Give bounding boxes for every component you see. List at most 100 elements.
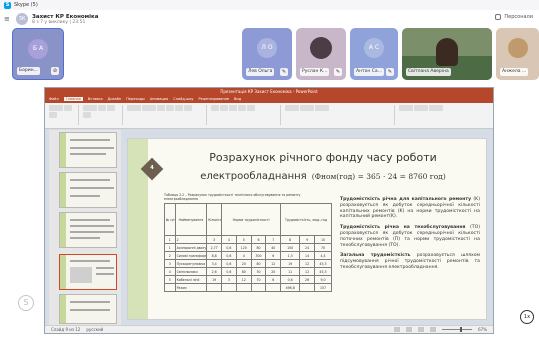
font-color-icon[interactable] — [184, 105, 192, 111]
table-cell: 9,0 — [313, 275, 333, 284]
arrange-icon[interactable] — [300, 105, 314, 111]
slide-title-line2-row: електрообладнання (Фном(год) = 365 · 24 … — [168, 164, 478, 183]
participant-tile[interactable]: Л О Лев Ольга ✎ — [242, 28, 292, 80]
mic-muted-icon: ✎ — [334, 68, 342, 76]
status-zoom: 67% — [478, 327, 487, 332]
slide-thumbnail[interactable] — [59, 172, 117, 208]
table-header-cell: № п/п — [164, 203, 176, 236]
table-cell: 8 — [280, 235, 301, 244]
participant-name: Руслан К... — [300, 68, 330, 76]
fit-to-window-button[interactable]: 1x — [520, 310, 534, 324]
skype-logo-icon: S — [4, 1, 11, 9]
slide-thumbnail-selected[interactable] — [59, 254, 117, 290]
ppt-tab[interactable]: Анимация — [150, 97, 169, 101]
ppt-tab[interactable]: Вид — [234, 97, 241, 101]
align-left-icon[interactable] — [229, 105, 237, 111]
conversation-avatar[interactable]: ЗК — [16, 13, 28, 25]
zoom-slider-knob[interactable] — [460, 327, 463, 332]
thumb-table — [70, 267, 92, 283]
status-language: русский — [86, 327, 104, 332]
table-cell: 496,8 — [280, 283, 301, 292]
bullets-icon[interactable] — [211, 105, 219, 111]
table-cell: 6 — [265, 275, 282, 284]
find-icon[interactable] — [399, 105, 413, 111]
shapes-icon[interactable] — [285, 105, 299, 111]
table-cell — [221, 283, 237, 292]
table-cell: 1,3 — [280, 251, 301, 260]
quick-styles-icon[interactable] — [315, 105, 329, 111]
mic-icon: ⊘ — [51, 67, 59, 75]
thumb-text-line — [70, 147, 114, 149]
table-cell: 8,8 — [206, 251, 223, 260]
slide-thumbnail[interactable] — [59, 294, 117, 324]
table-cell: 40 — [265, 243, 282, 252]
table-cell: 10 — [313, 235, 333, 244]
ppt-tab[interactable]: Дизайн — [108, 97, 122, 101]
conversation-header: ≡ ЗК Захист КР Економіка 8 з 7 у виклику… — [0, 10, 539, 28]
slide-thumbnail[interactable] — [59, 212, 117, 248]
slide-thumbnail[interactable] — [59, 132, 117, 168]
ppt-tab[interactable]: Слайд-шоу — [173, 97, 193, 101]
align-center-icon[interactable] — [238, 105, 246, 111]
ppt-tab[interactable]: Файл — [49, 97, 59, 101]
ppt-tab-active[interactable]: Главная — [63, 97, 83, 101]
participant-initials: А С — [364, 38, 384, 58]
reading-view-icon[interactable] — [418, 327, 425, 332]
replace-icon[interactable] — [414, 105, 428, 111]
self-video-tile[interactable]: Б А Борин... ⊘ — [12, 28, 64, 80]
zoom-slider[interactable] — [442, 327, 473, 332]
menu-icon[interactable]: ≡ — [4, 15, 12, 23]
table-cell: 2 — [164, 251, 176, 260]
font-size-icon[interactable] — [142, 105, 156, 111]
copy-icon[interactable] — [49, 112, 57, 118]
paste-icon[interactable] — [49, 105, 63, 111]
mic-muted-icon: ✎ — [386, 68, 394, 76]
table-row: 1 2 3 4 5 6 7 8 9 10 — [164, 235, 333, 244]
cut-icon[interactable] — [64, 105, 72, 111]
participant-video-tile[interactable]: Світлана Аверіна — [402, 28, 492, 80]
table-cell: 14 — [299, 251, 315, 260]
table-cell: 3,4 — [206, 259, 223, 268]
numbering-icon[interactable] — [220, 105, 228, 111]
font-family-icon[interactable] — [127, 105, 141, 111]
bold-icon[interactable] — [157, 105, 165, 111]
ppt-body: 4 Розрахунок річного фонду часу роботи е… — [45, 130, 493, 326]
participants-button[interactable]: Персонали — [495, 14, 533, 20]
ppt-tab[interactable]: Переходы — [126, 97, 145, 101]
new-slide-icon[interactable] — [83, 105, 97, 111]
participant-name: Антон Са... — [354, 68, 384, 76]
table-cell: 70 — [250, 275, 267, 284]
thumb-text-line — [70, 195, 100, 197]
ribbon-group-clipboard — [49, 105, 79, 125]
layout-icon[interactable] — [98, 105, 106, 111]
ppt-tab[interactable]: Вставка — [88, 97, 103, 101]
conversation-info: Захист КР Економіка 8 з 7 у виклику | 23… — [32, 14, 99, 25]
participant-tile[interactable]: А С Антон Са... ✎ — [350, 28, 398, 80]
sorter-view-icon[interactable] — [406, 327, 413, 332]
participant-name: Світлана Аверіна — [406, 68, 451, 76]
participant-tile[interactable]: Руслан К... ✎ — [296, 28, 346, 80]
table-cell: 150 — [280, 243, 301, 252]
table-cell: 11 — [280, 267, 301, 276]
italic-icon[interactable] — [166, 105, 174, 111]
ppt-tab[interactable]: Рецензирование — [199, 97, 230, 101]
participant-photo — [507, 38, 528, 58]
ppt-title-bar: Презентація КР Захист Економіка - PowerP… — [45, 88, 493, 95]
underline-icon[interactable] — [175, 105, 183, 111]
normal-view-icon[interactable] — [394, 327, 401, 332]
reset-icon[interactable] — [107, 105, 115, 111]
select-icon[interactable] — [429, 105, 443, 111]
table-cell: 3 — [206, 235, 223, 244]
table-cell: 19 — [280, 259, 301, 268]
align-right-icon[interactable] — [247, 105, 255, 111]
table-cell: 30 — [250, 267, 267, 276]
thumb-text-line — [70, 309, 110, 311]
participant-tile[interactable]: Анжела ... — [496, 28, 539, 80]
thumb-text-line — [70, 139, 110, 141]
slideshow-icon[interactable] — [430, 327, 437, 332]
table-header-row: № п/п Найменування Кількість Норма трудо… — [164, 203, 332, 236]
status-slide-counter: Слайд 9 из 12 — [51, 327, 81, 332]
thumb-accent — [60, 133, 66, 167]
table-cell: Силові трансформатори — [174, 251, 208, 260]
section-icon[interactable] — [83, 112, 91, 118]
